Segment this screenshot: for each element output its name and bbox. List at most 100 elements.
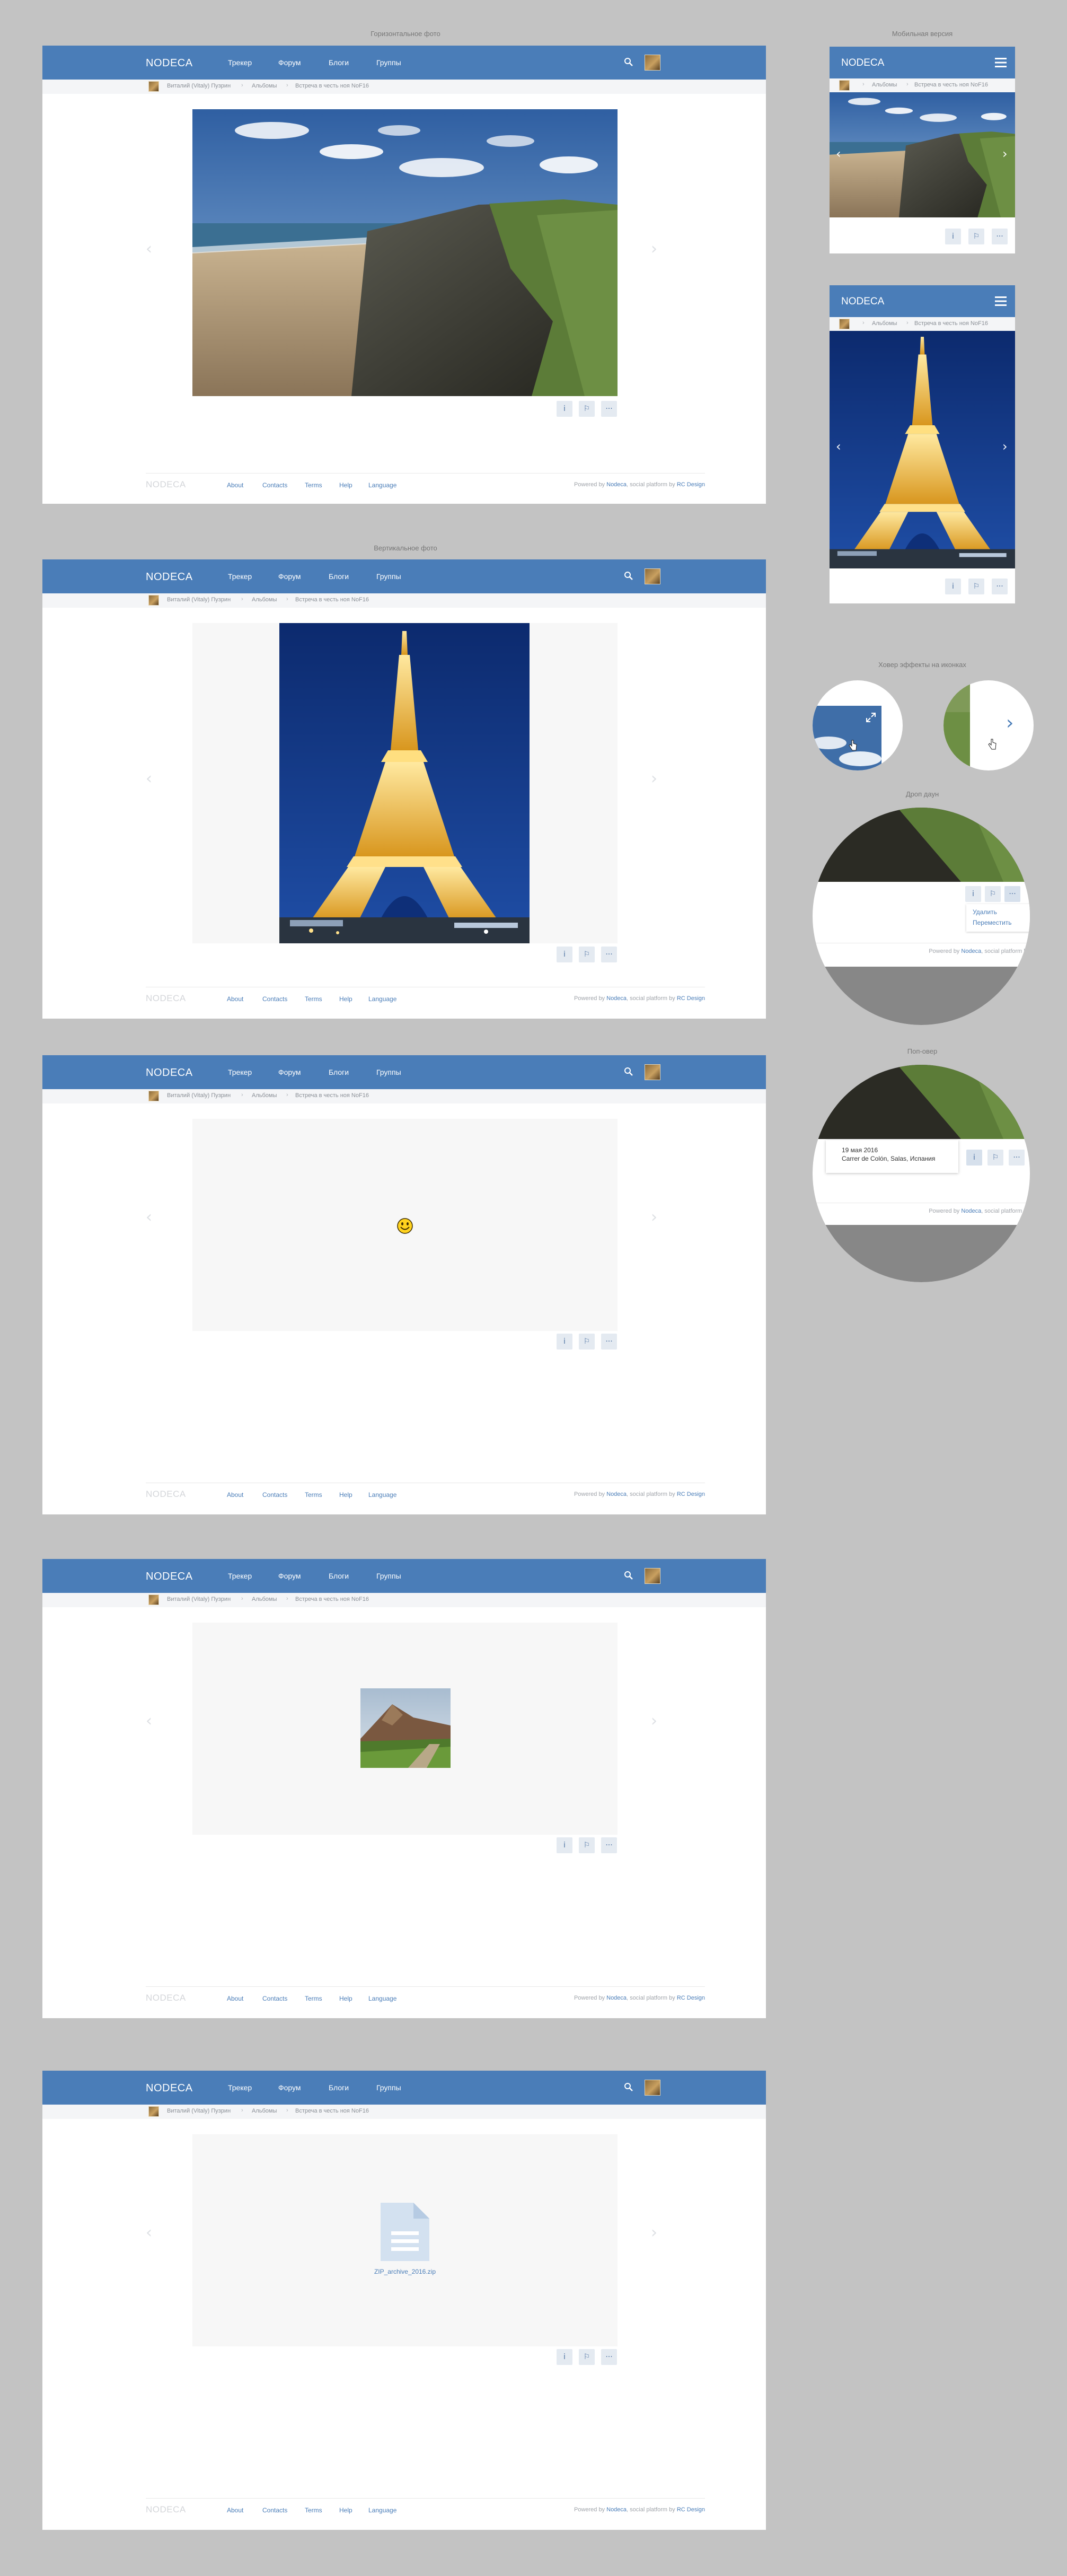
- next-arrow-icon[interactable]: ›: [651, 2223, 657, 2242]
- breadcrumb-albums[interactable]: Альбомы: [252, 1092, 277, 1099]
- next-arrow-icon[interactable]: ›: [1006, 712, 1013, 734]
- logo[interactable]: NODECA: [146, 571, 193, 583]
- prev-arrow-icon[interactable]: ‹: [146, 1712, 152, 1730]
- expand-icon[interactable]: [866, 712, 876, 723]
- avatar[interactable]: [645, 568, 660, 584]
- breadcrumb-user[interactable]: Виталий (Vitaly) Пузрин: [167, 597, 231, 603]
- avatar[interactable]: [645, 1064, 660, 1080]
- nav-link-tracker[interactable]: Трекер: [228, 58, 252, 67]
- more-button[interactable]: ···: [601, 947, 617, 962]
- rc-design-link[interactable]: RC Design: [677, 1491, 705, 1497]
- footer-link-contacts[interactable]: Contacts: [262, 1995, 287, 2002]
- next-arrow-icon[interactable]: ›: [651, 1712, 657, 1730]
- logo[interactable]: NODECA: [146, 2082, 193, 2095]
- photo-eiffel-tower[interactable]: [279, 623, 530, 943]
- info-button[interactable]: i: [557, 401, 572, 417]
- nav-link-groups[interactable]: Группы: [376, 1572, 401, 1580]
- breadcrumb-album[interactable]: Встреча в честь ноя NoF16: [914, 82, 988, 88]
- nav-link-blogs[interactable]: Блоги: [329, 572, 349, 581]
- footer-link-help[interactable]: Help: [339, 1995, 352, 2002]
- breadcrumb-albums[interactable]: Альбомы: [252, 2108, 277, 2114]
- nav-link-groups[interactable]: Группы: [376, 1068, 401, 1076]
- breadcrumb-user[interactable]: Виталий (Vitaly) Пузрин: [167, 2108, 231, 2114]
- nodeca-link[interactable]: Nodeca: [606, 1491, 627, 1497]
- nav-link-blogs[interactable]: Блоги: [329, 58, 349, 67]
- info-button[interactable]: i: [966, 1150, 982, 1166]
- file-name-link[interactable]: ZIP_archive_2016.zip: [360, 2268, 449, 2275]
- footer-link-language[interactable]: Language: [368, 1491, 396, 1499]
- breadcrumb-user[interactable]: Виталий (Vitaly) Пузрин: [167, 1092, 231, 1099]
- hamburger-menu-icon[interactable]: [995, 58, 1007, 67]
- footer-link-terms[interactable]: Terms: [305, 2507, 322, 2514]
- more-button[interactable]: ···: [992, 229, 1008, 244]
- prev-arrow-icon[interactable]: ‹: [836, 439, 841, 454]
- breadcrumb-albums[interactable]: Альбомы: [252, 597, 277, 603]
- avatar[interactable]: [645, 1568, 660, 1584]
- nav-link-tracker[interactable]: Трекер: [228, 1572, 252, 1580]
- search-icon[interactable]: [624, 57, 633, 67]
- prev-arrow-icon[interactable]: ‹: [146, 240, 152, 258]
- photo-mountain-thumbnail[interactable]: [360, 1688, 451, 1768]
- info-button[interactable]: i: [945, 579, 961, 594]
- breadcrumb-albums[interactable]: Альбомы: [872, 82, 897, 88]
- bookmark-button[interactable]: ⚐: [985, 886, 1001, 902]
- breadcrumb-album[interactable]: Встреча в честь ноя NoF16: [295, 597, 369, 603]
- next-arrow-icon[interactable]: ›: [651, 240, 657, 258]
- nav-link-blogs[interactable]: Блоги: [329, 1068, 349, 1076]
- prev-arrow-icon[interactable]: ‹: [146, 2223, 152, 2242]
- bookmark-button[interactable]: ⚐: [579, 947, 595, 962]
- footer-link-terms[interactable]: Terms: [305, 1995, 322, 2002]
- footer-link-language[interactable]: Language: [368, 2507, 396, 2514]
- nav-link-tracker[interactable]: Трекер: [228, 572, 252, 581]
- nodeca-link[interactable]: Nodeca: [606, 481, 627, 488]
- footer-link-terms[interactable]: Terms: [305, 1491, 322, 1499]
- breadcrumb-albums[interactable]: Альбомы: [252, 1596, 277, 1602]
- nav-link-groups[interactable]: Группы: [376, 58, 401, 67]
- nodeca-link[interactable]: Nodeca: [606, 995, 627, 1002]
- bookmark-button[interactable]: ⚐: [987, 1150, 1003, 1166]
- menu-item-move[interactable]: Переместить: [973, 919, 1012, 926]
- nav-link-groups[interactable]: Группы: [376, 2083, 401, 2092]
- rc-design-link[interactable]: RC Design: [677, 2507, 705, 2513]
- next-arrow-icon[interactable]: ›: [1002, 439, 1008, 454]
- avatar[interactable]: [645, 2080, 660, 2096]
- next-arrow-icon[interactable]: ›: [651, 1208, 657, 1226]
- nav-link-blogs[interactable]: Блоги: [329, 2083, 349, 2092]
- breadcrumb-user[interactable]: Виталий (Vitaly) Пузрин: [167, 83, 231, 89]
- footer-link-language[interactable]: Language: [368, 481, 396, 489]
- logo[interactable]: NODECA: [146, 1067, 193, 1079]
- prev-arrow-icon[interactable]: ‹: [146, 1208, 152, 1226]
- nav-link-forum[interactable]: Форум: [278, 2083, 301, 2092]
- info-button[interactable]: i: [557, 1334, 572, 1350]
- logo[interactable]: NODECA: [841, 57, 884, 69]
- next-arrow-icon[interactable]: ›: [651, 769, 657, 788]
- bookmark-button[interactable]: ⚐: [968, 579, 984, 594]
- logo[interactable]: NODECA: [841, 296, 884, 308]
- nodeca-link[interactable]: Nodeca: [606, 2507, 627, 2513]
- info-button[interactable]: i: [965, 886, 981, 902]
- info-button[interactable]: i: [945, 229, 961, 244]
- nav-link-forum[interactable]: Форум: [278, 1068, 301, 1076]
- nodeca-link[interactable]: Nodeca: [961, 1208, 981, 1214]
- footer-link-about[interactable]: About: [227, 2507, 243, 2514]
- more-button[interactable]: ···: [1009, 1150, 1025, 1166]
- rc-design-link[interactable]: RC Design: [677, 481, 705, 488]
- file-icon[interactable]: [378, 2201, 431, 2263]
- nav-link-groups[interactable]: Группы: [376, 572, 401, 581]
- prev-arrow-icon[interactable]: ‹: [146, 769, 152, 788]
- logo[interactable]: NODECA: [146, 1571, 193, 1583]
- footer-link-contacts[interactable]: Contacts: [262, 995, 287, 1003]
- footer-link-contacts[interactable]: Contacts: [262, 1491, 287, 1499]
- nodeca-link[interactable]: Nodeca: [606, 1995, 627, 2001]
- breadcrumb-album[interactable]: Встреча в честь ноя NoF16: [295, 2108, 369, 2114]
- footer-link-language[interactable]: Language: [368, 1995, 396, 2002]
- more-button[interactable]: ···: [601, 1334, 617, 1350]
- footer-link-contacts[interactable]: Contacts: [262, 2507, 287, 2514]
- menu-item-delete[interactable]: Удалить: [973, 908, 997, 916]
- nav-link-forum[interactable]: Форум: [278, 1572, 301, 1580]
- breadcrumb-album[interactable]: Встреча в честь ноя NoF16: [914, 320, 988, 327]
- breadcrumb-album[interactable]: Встреча в честь ноя NoF16: [295, 83, 369, 89]
- more-button[interactable]: ···: [601, 401, 617, 417]
- bookmark-button[interactable]: ⚐: [579, 401, 595, 417]
- next-arrow-icon[interactable]: ›: [1002, 146, 1008, 161]
